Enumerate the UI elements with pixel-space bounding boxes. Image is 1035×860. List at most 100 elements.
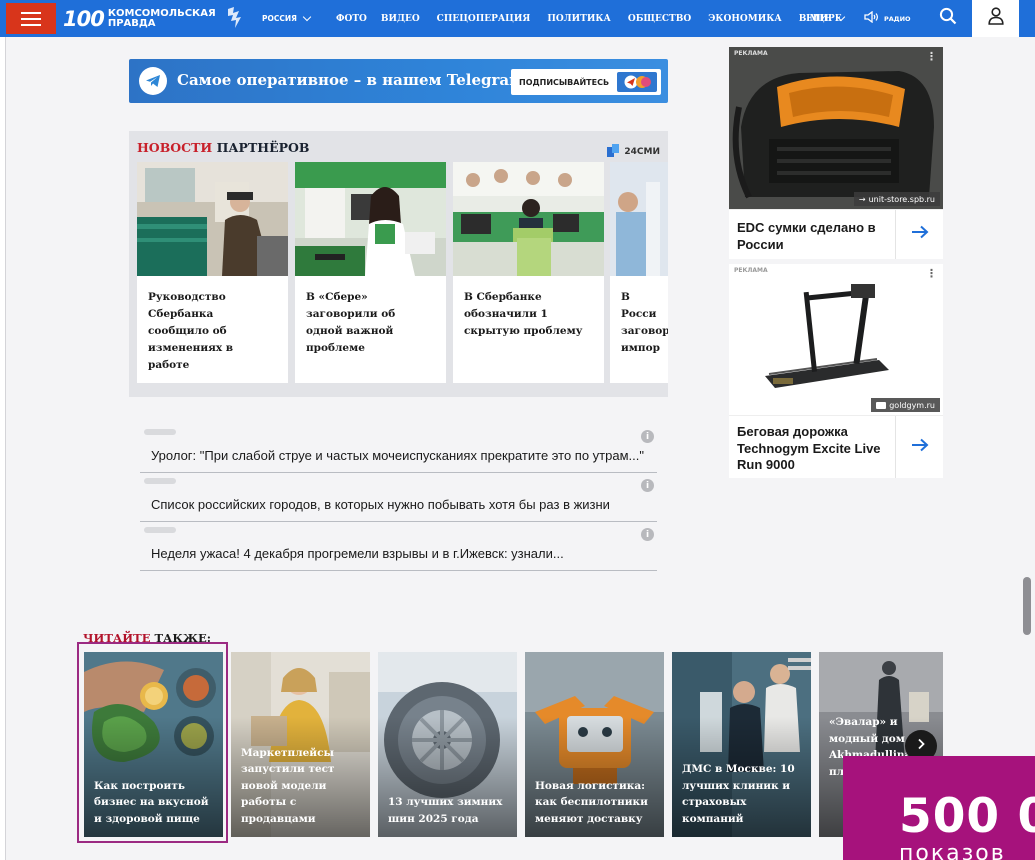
ad-label: РЕКЛАМА xyxy=(734,50,768,57)
promo-overlay[interactable]: 500 0 показов xyxy=(843,756,1035,860)
radio-label: РАДИО xyxy=(884,14,911,23)
promo-subline: показов xyxy=(899,841,1006,860)
info-icon[interactable]: i xyxy=(641,528,654,541)
subscribe-label: ПОДПИСЫВАЙТЕСЬ xyxy=(519,77,610,87)
promo-link[interactable]: i Неделя ужаса! 4 декабря прогремели взр… xyxy=(140,522,657,571)
card-caption: 13 лучших зимних шин 2025 года xyxy=(388,796,503,825)
search-icon xyxy=(939,7,957,30)
read-also-card[interactable]: Новая логистика: как беспилотники меняют… xyxy=(525,652,664,837)
partner-news-block: НОВОСТИ ПАРТНЁРОВ 24СМИ Руководство Сбер… xyxy=(129,131,668,397)
source-label: 24СМИ xyxy=(624,146,660,157)
info-icon[interactable]: i xyxy=(641,479,654,492)
more-label: ЕЩЕ xyxy=(806,13,832,24)
top-navigation-bar: 100 КОМСОМОЛЬСКАЯ ПРАВДА РОССИЯ ФОТО ВИД… xyxy=(0,0,1035,37)
read-also-title: ЧИТАЙТЕ ТАКЖЕ: xyxy=(83,631,211,645)
ad-label: РЕКЛАМА xyxy=(734,267,768,274)
partner-news-card[interactable]: Руководство Сбербанка сообщило об измене… xyxy=(137,162,288,383)
partner-news-title-accent: НОВОСТИ xyxy=(137,140,213,155)
ad-go-button[interactable] xyxy=(895,416,943,478)
news-headline: В «Сбере» заговорили об одной важной про… xyxy=(306,291,396,354)
partner-news-title: НОВОСТИ ПАРТНЁРОВ xyxy=(137,140,309,155)
arrow-right-icon: → xyxy=(858,194,866,204)
logo-number: 100 xyxy=(63,6,105,31)
ad-caption: EDC сумки сделано в России xyxy=(729,209,943,259)
read-also-card[interactable]: 13 лучших зимних шин 2025 года xyxy=(378,652,517,837)
ad-caption-text: Беговая дорожка Technogym Excite Live Ru… xyxy=(737,424,881,472)
news-headline: В Росси заговор импор xyxy=(621,291,668,354)
promo-links-list: i Уролог: "При слабой струе и частых моч… xyxy=(140,424,657,571)
chevron-down-icon xyxy=(837,12,846,22)
main-nav: РОССИЯ ФОТО ВИДЕО СПЕЦОПЕРАЦИЯ ПОЛИТИКА … xyxy=(262,0,842,37)
logo-wordmark: КОМСОМОЛЬСКАЯ ПРАВДА xyxy=(107,7,216,29)
radio-button[interactable]: РАДИО xyxy=(864,0,911,37)
news-photo xyxy=(610,162,668,276)
ad-label-placeholder xyxy=(144,429,176,435)
site-logo[interactable]: 100 КОМСОМОЛЬСКАЯ ПРАВДА xyxy=(63,3,244,34)
ad-photo: РЕКЛАМА ⋮ goldgym.ru xyxy=(729,264,943,415)
ad-photo: РЕКЛАМА ⋮ → unit-store.spb.ru xyxy=(729,47,943,209)
chevron-right-icon xyxy=(916,737,926,755)
ad-source-link[interactable]: goldgym.ru xyxy=(871,398,940,412)
more-menu-button[interactable]: ЕЩЕ xyxy=(806,0,846,37)
ad-label-placeholder xyxy=(144,478,176,484)
ad-label-placeholder xyxy=(144,527,176,533)
region-label: РОССИЯ xyxy=(262,14,297,23)
nav-item-video[interactable]: ВИДЕО xyxy=(381,14,420,24)
page-scrollbar[interactable] xyxy=(1023,577,1031,635)
nav-item-economy[interactable]: ЭКОНОМИКА xyxy=(708,14,782,24)
user-icon xyxy=(987,7,1004,30)
ad-source-domain: goldgym.ru xyxy=(889,400,935,410)
ad-caption-text: EDC сумки сделано в России xyxy=(737,220,876,252)
ad-source-link[interactable]: → unit-store.spb.ru xyxy=(853,192,940,206)
partner-source[interactable]: 24СМИ xyxy=(607,143,660,160)
account-button[interactable] xyxy=(972,0,1019,37)
subscribe-button[interactable]: ПОДПИСЫВАЙТЕСЬ xyxy=(511,69,661,95)
logo-line-1: КОМСОМОЛЬСКАЯ xyxy=(107,7,216,19)
partner-news-card[interactable]: В «Сбере» заговорили об одной важной про… xyxy=(295,162,446,383)
promo-link[interactable]: i Уролог: "При слабой струе и частых моч… xyxy=(140,424,657,473)
news-headline: Руководство Сбербанка сообщило об измене… xyxy=(148,291,234,371)
news-photo xyxy=(295,162,446,276)
arrow-right-icon xyxy=(911,225,929,244)
read-also-title-rest: ТАКЖЕ: xyxy=(150,631,211,645)
partner-news-card[interactable]: В Росси заговор импор xyxy=(610,162,668,383)
info-icon[interactable]: i xyxy=(641,430,654,443)
read-also-card[interactable]: Как построить бизнес на вкусной и здоров… xyxy=(84,652,223,837)
nav-item-special-operation[interactable]: СПЕЦОПЕРАЦИЯ xyxy=(437,14,531,24)
read-also-card[interactable]: ДМС в Москве: 10 лучших клиник и страхов… xyxy=(672,652,811,837)
promo-headline: 500 0 xyxy=(899,789,1035,844)
partner-news-title-rest: ПАРТНЁРОВ xyxy=(212,140,310,155)
region-selector[interactable]: РОССИЯ xyxy=(262,12,312,23)
card-caption: ДМС в Москве: 10 лучших клиник и страхов… xyxy=(682,763,795,825)
read-also-card[interactable]: Маркетплейсы запустили тест новой модели… xyxy=(231,652,370,837)
more-options-icon[interactable]: ⋮ xyxy=(926,267,937,280)
telegram-icon xyxy=(139,67,167,95)
ad-go-button[interactable] xyxy=(895,210,943,259)
news-photo xyxy=(137,162,288,276)
source-logo-icon xyxy=(876,401,887,409)
nav-item-photo[interactable]: ФОТО xyxy=(336,14,367,24)
sidebar-ad-treadmill[interactable]: РЕКЛАМА ⋮ goldgym.ru Беговая дорожка Tec… xyxy=(729,264,943,478)
card-caption: Маркетплейсы запустили тест новой модели… xyxy=(241,746,335,825)
nav-item-society[interactable]: ОБЩЕСТВО xyxy=(628,14,691,24)
card-caption: Новая логистика: как беспилотники меняют… xyxy=(535,779,648,825)
telegram-plane-icon xyxy=(617,72,657,92)
partner-news-card[interactable]: В Сбербанке обозначили 1 скрытую проблем… xyxy=(453,162,604,383)
promo-link[interactable]: i Список российских городов, в которых н… xyxy=(140,473,657,522)
source-logo-icon xyxy=(607,143,621,160)
sidebar-ad-bag[interactable]: РЕКЛАМА ⋮ → unit-store.spb.ru EDC сумки … xyxy=(729,47,943,259)
nav-item-politics[interactable]: ПОЛИТИКА xyxy=(547,14,611,24)
logo-line-2: ПРАВДА xyxy=(107,17,156,29)
arrow-right-icon xyxy=(911,438,929,457)
menu-icon-line xyxy=(21,17,41,20)
speaker-icon xyxy=(864,10,880,28)
ad-source-domain: unit-store.spb.ru xyxy=(868,194,935,204)
menu-button[interactable] xyxy=(6,3,56,34)
promo-link-text: Список российских городов, в которых нуж… xyxy=(151,497,610,512)
news-photo xyxy=(453,162,604,276)
card-caption: Как построить бизнес на вкусной и здоров… xyxy=(94,779,209,825)
chevron-down-icon xyxy=(302,12,312,22)
telegram-subscribe-banner[interactable]: Самое оперативное – в нашем Telegram ПОД… xyxy=(129,59,668,103)
more-options-icon[interactable]: ⋮ xyxy=(926,50,937,63)
search-button[interactable] xyxy=(928,0,968,37)
